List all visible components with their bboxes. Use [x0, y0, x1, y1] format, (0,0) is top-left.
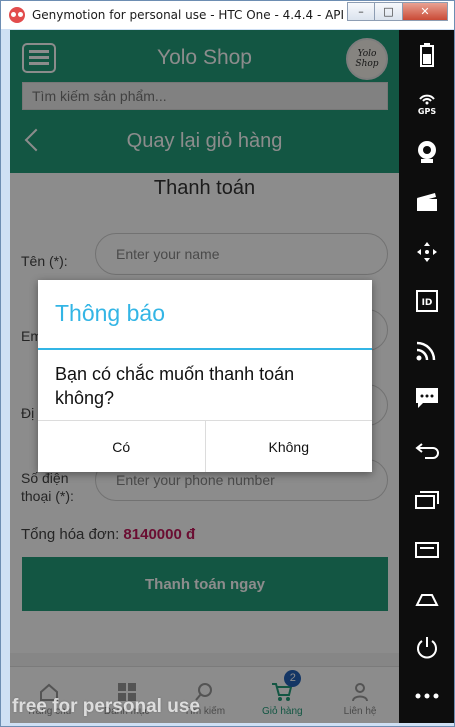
back-icon[interactable] — [399, 431, 454, 471]
home-icon[interactable] — [399, 579, 454, 619]
clapper-icon[interactable] — [399, 182, 454, 222]
window-controls: – □ ✕ — [347, 2, 448, 21]
id-icon[interactable]: ID — [399, 281, 454, 321]
watermark: free for personal use — [12, 696, 200, 717]
dialog-divider — [38, 348, 372, 350]
phone-screen: Yolo Shop Yolo Shop Tìm kiếm sản phẩm...… — [10, 30, 399, 723]
power-icon[interactable] — [399, 628, 454, 668]
confirm-yes-button[interactable]: Có — [38, 421, 205, 472]
gps-icon[interactable]: GPS — [399, 83, 454, 123]
genymotion-logo-icon — [9, 7, 25, 23]
dialog-actions: Có Không — [38, 420, 372, 472]
sms-icon[interactable] — [399, 378, 454, 418]
maximize-button[interactable]: □ — [375, 2, 403, 21]
svg-text:ID: ID — [421, 298, 432, 308]
dialog-message: Bạn có chắc muốn thanh toán không? — [55, 364, 295, 408]
battery-icon[interactable] — [399, 35, 454, 75]
dialog-title: Thông báo — [55, 300, 165, 326]
title-bar[interactable]: Genymotion for personal use - HTC One - … — [1, 1, 454, 29]
genymotion-toolbar: GPS ID — [399, 30, 454, 723]
emulator-window: Genymotion for personal use - HTC One - … — [0, 0, 455, 727]
more-icon[interactable] — [399, 676, 454, 716]
confirm-dialog: Thông báo Bạn có chắc muốn thanh toán kh… — [38, 280, 372, 472]
close-button[interactable]: ✕ — [403, 2, 448, 21]
move-icon[interactable] — [399, 232, 454, 272]
svg-text:GPS: GPS — [417, 107, 435, 116]
minimize-button[interactable]: – — [347, 2, 375, 21]
recent-apps-icon[interactable] — [399, 480, 454, 520]
rss-icon[interactable] — [399, 330, 454, 370]
menu-icon[interactable] — [399, 530, 454, 570]
webcam-icon[interactable] — [399, 132, 454, 172]
confirm-no-button[interactable]: Không — [204, 421, 373, 472]
